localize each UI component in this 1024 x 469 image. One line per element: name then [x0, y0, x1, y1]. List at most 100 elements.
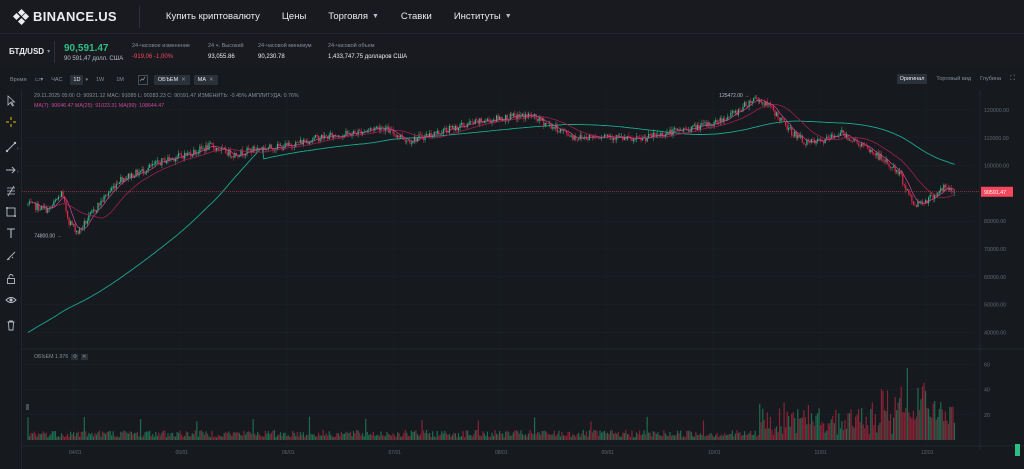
close-icon[interactable]: ✕: [209, 77, 214, 83]
volume-bar: [880, 389, 883, 440]
ma99-path: [27, 120, 955, 333]
chip-volume[interactable]: ОБЪЕМ ✕: [153, 74, 190, 85]
volume-bar: [544, 430, 546, 440]
candle-body: [677, 129, 679, 130]
volume-bar: [209, 437, 212, 440]
volume-bar: [225, 432, 227, 440]
interval-hour[interactable]: ЧАС: [51, 77, 62, 83]
indicators-icon[interactable]: [137, 74, 148, 85]
fullscreen-icon[interactable]: ⛶: [1010, 75, 1015, 83]
volume-bar: [479, 435, 481, 440]
tool-expand-icon[interactable]: ›: [17, 169, 19, 175]
caret-down-icon[interactable]: ▾: [85, 77, 88, 83]
nav-item-institutions[interactable]: Институты ▼: [454, 11, 512, 22]
candle-body: [398, 135, 400, 138]
candle-body: [547, 123, 549, 125]
candle-body: [94, 209, 96, 212]
volume-bar: [775, 426, 778, 440]
candle-body: [906, 189, 908, 191]
volume-bar: [511, 435, 513, 440]
volume-bar: [100, 436, 102, 440]
volume-bar: [657, 432, 659, 440]
volume-bar: [882, 391, 884, 440]
candle-body: [59, 196, 61, 198]
volume-bar: [120, 431, 122, 440]
volume-bar: [651, 436, 653, 440]
candle-body: [68, 217, 70, 225]
volume-bar: [334, 436, 336, 440]
volume-bar: [850, 409, 852, 440]
volume-bar: [867, 425, 869, 440]
volume-bar: [558, 430, 560, 440]
volume-bar: [170, 432, 172, 440]
volume-bar: [870, 409, 872, 440]
pair-selector[interactable]: БТД/USD ▾: [9, 47, 50, 56]
volume-bar: [614, 432, 616, 440]
volume-bar: [575, 436, 577, 440]
volume-bar: [325, 433, 327, 440]
crosshair-icon[interactable]: [5, 116, 17, 128]
interval-dropdown[interactable]: ▭▾: [35, 76, 44, 83]
chart-axes: 120000.00110000.00100000.0090000.0080000…: [22, 90, 1024, 456]
interval-1w[interactable]: 1W: [96, 77, 104, 83]
volume-bar: [68, 436, 70, 440]
measure-icon[interactable]: [5, 250, 17, 262]
candle-body: [842, 130, 845, 133]
volume-bar: [946, 420, 948, 440]
volume-bar: [517, 431, 519, 440]
volume-bar: [591, 432, 594, 440]
candle-body: [403, 138, 405, 140]
interval-1d[interactable]: 1D: [70, 74, 84, 85]
tool-expand-icon[interactable]: ›: [17, 146, 19, 152]
volume-bar: [851, 425, 854, 440]
volume-bar: [730, 434, 732, 440]
volume-bar: [724, 432, 726, 440]
candle-body: [876, 152, 878, 156]
price-chart[interactable]: 120000.00110000.00100000.0090000.0080000…: [22, 90, 1024, 469]
nav-item-prices[interactable]: Цены: [282, 11, 306, 22]
price-tick-label: 40000.00: [984, 330, 1006, 336]
ray-icon[interactable]: [5, 164, 17, 176]
candle-body: [783, 118, 785, 122]
candle-body: [850, 139, 852, 142]
volume-bar: [406, 432, 408, 440]
view-tradingview[interactable]: Торговый вид: [936, 76, 971, 82]
rectangle-icon[interactable]: [5, 206, 17, 218]
view-depth[interactable]: Глубина: [980, 76, 1001, 82]
nav-item-staking[interactable]: Ставки: [401, 11, 432, 22]
close-icon[interactable]: ✕: [181, 77, 186, 83]
volume-bar: [152, 434, 154, 440]
candle-body: [232, 156, 234, 158]
candle-body: [711, 124, 714, 127]
trendline-icon[interactable]: [5, 141, 17, 153]
volume-bar: [416, 434, 419, 440]
view-original[interactable]: Оригинал: [896, 74, 928, 84]
candle-body: [521, 113, 524, 116]
volume-bar: [838, 413, 840, 440]
candle-body: [435, 132, 437, 134]
volume-bar: [578, 432, 580, 440]
fib-icon[interactable]: [5, 185, 17, 197]
volume-bar: [243, 431, 245, 440]
volume-bar: [374, 435, 376, 440]
nav-item-trade[interactable]: Торговля ▼: [328, 11, 379, 22]
volume-bar: [877, 425, 880, 440]
eye-icon[interactable]: [5, 294, 17, 306]
volume-bar: [38, 433, 40, 440]
volume-bar: [48, 435, 50, 440]
cursor-icon[interactable]: [5, 95, 17, 107]
volume-bar: [807, 405, 810, 440]
chip-ma[interactable]: MA ✕: [193, 74, 218, 85]
volume-bar: [109, 430, 111, 440]
nav-item-buy-crypto[interactable]: Купить криптовалюту: [166, 11, 260, 22]
candle-body: [44, 206, 46, 208]
binance-logo[interactable]: BINANCE.US: [12, 8, 117, 25]
text-tool-icon[interactable]: [5, 227, 17, 239]
interval-1m[interactable]: 1M: [116, 77, 124, 83]
volume-bar: [692, 435, 694, 440]
scroll-end-marker: [1015, 444, 1020, 456]
lock-icon[interactable]: [5, 273, 17, 285]
candle-body: [710, 124, 712, 127]
last-price: 90,591.47: [64, 43, 109, 54]
trash-icon[interactable]: [5, 319, 17, 331]
